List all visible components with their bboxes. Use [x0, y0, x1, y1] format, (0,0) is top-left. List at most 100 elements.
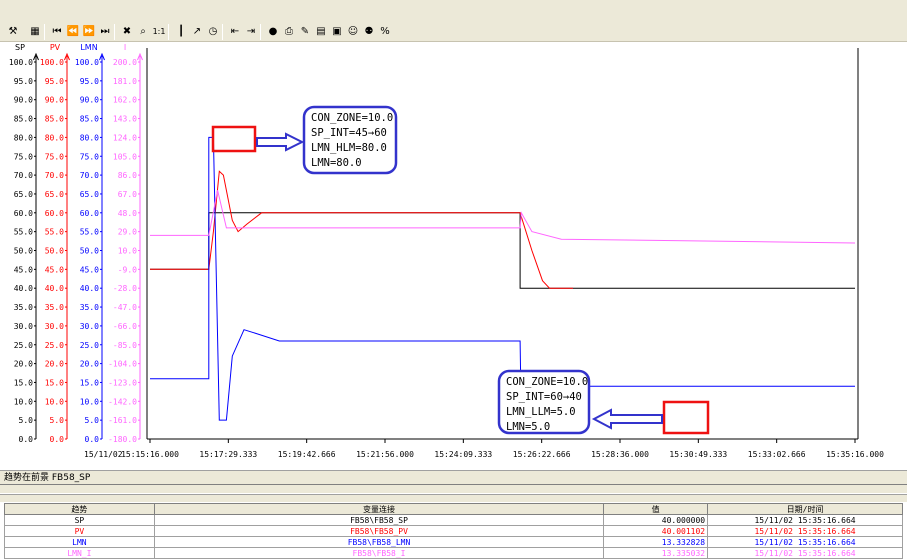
y-tick-label: 35.0	[45, 303, 64, 312]
callout-text: LMN_HLM=80.0	[311, 142, 387, 154]
x-tick-label: 15:24:09.333	[434, 450, 492, 459]
tag-cell: FB58\FB58_I	[153, 547, 605, 559]
y-tick-label: 10.0	[118, 247, 137, 256]
y-tick-label: 80.0	[80, 133, 99, 142]
y-tick-label: 0.0	[85, 435, 100, 444]
trend-chart[interactable]: SP 100.0 95.0 90.0 85.0 80.0 75.0 70.0 65.0 60.0 5…	[0, 42, 907, 470]
trend-name-cell: PV	[4, 525, 155, 537]
y-tick-label: 40.0	[14, 284, 33, 293]
y-tick-label: 10.0	[45, 397, 64, 406]
toolbar-separator	[222, 24, 223, 40]
y-tick-label: 45.0	[80, 265, 99, 274]
trend-icon[interactable]: ↗	[189, 24, 205, 40]
ruler-right-icon[interactable]: ⇥	[243, 24, 259, 40]
y-tick-label: -28.0	[113, 284, 137, 293]
skip-last-icon[interactable]: ⏭	[97, 24, 113, 40]
x-tick-label: 15:21:56.000	[356, 450, 414, 459]
original-size-icon[interactable]: 1:1	[151, 24, 167, 40]
table-row[interactable]: PV FB58\FB58_PV 40.001102 15/11/02 15:35:16…	[4, 525, 903, 537]
y-axis-sp: SP 100.0 95.0 90.0 85.0 80.0 75.0 70.0 65.0 60.0 5…	[9, 43, 39, 444]
callout-text: SP_INT=45→60	[311, 127, 387, 139]
y-tick-label: 35.0	[14, 303, 33, 312]
ruler-cursor-icon[interactable]: ✖	[119, 24, 135, 40]
y-axis-pv: PV 100.0 95.0 90.0 85.0 80.0 75.0 70.0 65.0 60.0 5…	[40, 43, 70, 444]
col-value[interactable]: 值	[603, 503, 709, 515]
y-tick-label: 48.0	[118, 209, 137, 218]
splitter-grip[interactable]	[0, 493, 907, 495]
x-date-label: 15/11/02	[84, 450, 123, 459]
edit-icon[interactable]: ✎	[297, 24, 313, 40]
y-tick-label: 40.0	[45, 284, 64, 293]
y-tick-label: -47.0	[113, 303, 137, 312]
fast-forward-icon[interactable]: ⏩	[81, 24, 97, 40]
x-tick-label: 15:30:49.333	[669, 450, 727, 459]
tag-cell: FB58\FB58_LMN	[153, 536, 605, 548]
trend-name-cell: LMN_I	[4, 547, 155, 559]
search-user-icon[interactable]: ⚉	[361, 24, 377, 40]
rewind-icon[interactable]: ⏪	[65, 24, 81, 40]
clock-icon[interactable]: ◷	[205, 24, 221, 40]
y-tick-label: 29.0	[118, 228, 137, 237]
value-cell: 13.332828	[603, 536, 709, 548]
window-header	[0, 0, 907, 22]
y-tick-label: 20.0	[80, 360, 99, 369]
splitter[interactable]	[0, 485, 907, 502]
y-tick-label: 100.0	[75, 58, 99, 67]
x-tick-label: 15:35:16.000	[826, 450, 884, 459]
y-tick-label: 100.0	[40, 58, 64, 67]
save-icon[interactable]: ▣	[329, 24, 345, 40]
print-icon[interactable]: ⎙	[281, 24, 297, 40]
y-tick-label: -85.0	[113, 341, 137, 350]
y-tick-label: 70.0	[14, 171, 33, 180]
y-axis-title: LMN	[80, 43, 97, 52]
skip-first-icon[interactable]: ⏮	[49, 24, 65, 40]
y-axis-title: I	[124, 43, 126, 52]
y-tick-label: 162.0	[113, 96, 137, 105]
y-tick-label: 0.0	[50, 435, 65, 444]
callout-text: CON_ZONE=10.0	[506, 376, 588, 388]
y-tick-label: 100.0	[9, 58, 33, 67]
datetime-cell: 15/11/02 15:35:16.664	[707, 525, 903, 537]
x-tick-label: 15:28:36.000	[591, 450, 649, 459]
zoom-icon[interactable]: ⌕	[135, 24, 151, 40]
y-tick-label: -180.0	[108, 435, 137, 444]
y-tick-label: 200.0	[113, 58, 137, 67]
x-tick-label: 15:33:02.666	[748, 450, 806, 459]
y-tick-label: 10.0	[80, 397, 99, 406]
callout-text: CON_ZONE=10.0	[311, 112, 393, 124]
archive-icon[interactable]: ▤	[313, 24, 329, 40]
x-tick-label: 15:15:16.000	[121, 450, 179, 459]
table-row[interactable]: LMN_I FB58\FB58_I 13.335032 15/11/02 15:35:…	[4, 547, 903, 559]
y-tick-label: 50.0	[14, 247, 33, 256]
y-tick-label: 85.0	[80, 115, 99, 124]
callout-text: SP_INT=60→40	[506, 391, 582, 403]
table-header-row: 趋势 变量连接 值 日期/时间	[4, 503, 903, 515]
col-trend[interactable]: 趋势	[4, 503, 155, 515]
y-tick-label: -104.0	[108, 360, 137, 369]
y-tick-label: 80.0	[45, 133, 64, 142]
y-tick-label: 45.0	[45, 265, 64, 274]
y-tick-label: 25.0	[45, 341, 64, 350]
table-row[interactable]: SP FB58\FB58_SP 40.000000 15/11/02 15:35:16…	[4, 514, 903, 526]
callout-text: LMN=5.0	[506, 421, 550, 433]
ruler-left-icon[interactable]: ⇤	[227, 24, 243, 40]
value-table: 趋势 变量连接 值 日期/时间 SP FB58\FB58_SP 40.000000 1…	[4, 503, 903, 559]
col-tag[interactable]: 变量连接	[153, 503, 605, 515]
y-tick-label: 55.0	[80, 228, 99, 237]
datetime-cell: 15/11/02 15:35:16.664	[707, 514, 903, 526]
y-tick-label: 20.0	[14, 360, 33, 369]
wrench-icon[interactable]: ⚒	[5, 24, 21, 40]
col-datetime[interactable]: 日期/时间	[707, 503, 903, 515]
trend-toolbar: ⚒ ▦ ⏮ ⏪ ⏩ ⏭ ✖ ⌕ 1:1 ┃ ↗ ◷ ⇤ ⇥ ● ⎙ ✎ ▤ ▣ ☺ ⚉%	[0, 22, 907, 42]
y-tick-label: 60.0	[80, 209, 99, 218]
callout-text: LMN_LLM=5.0	[506, 406, 576, 418]
start-icon[interactable]: ●	[265, 24, 281, 40]
table-row[interactable]: LMN FB58\FB58_LMN 13.332828 15/11/02 15:35:…	[4, 536, 903, 548]
y-tick-label: 65.0	[45, 190, 64, 199]
y-tick-label: 143.0	[113, 115, 137, 124]
percent-icon[interactable]: %	[377, 24, 393, 40]
bars-icon[interactable]: ┃	[173, 24, 189, 40]
y-tick-label: 5.0	[50, 416, 65, 425]
table-icon[interactable]: ▦	[27, 24, 43, 40]
users-icon[interactable]: ☺	[345, 24, 361, 40]
